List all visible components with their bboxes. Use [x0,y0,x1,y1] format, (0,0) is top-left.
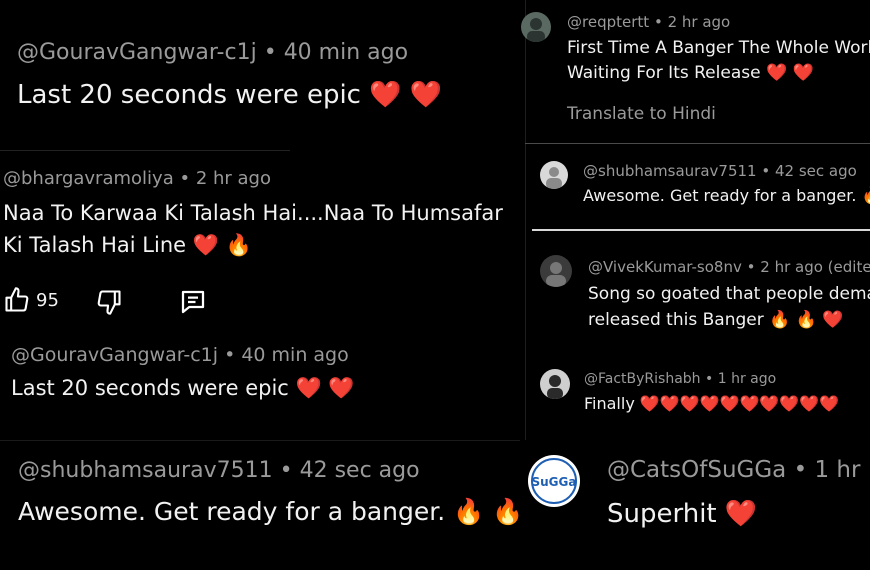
comment-text: Waiting For Its Release [567,63,761,83]
comment-author[interactable]: @GouravGangwar-c1j [17,40,257,65]
translate-link[interactable]: Translate to Hindi [567,104,716,124]
like-button[interactable] [3,286,31,314]
heart-emoji: ❤️❤️❤️❤️❤️❤️❤️❤️❤️❤️ [639,394,840,413]
comment-time: 42 sec ago [775,162,857,180]
heart-emoji: ❤️ ❤️ [295,376,355,400]
comment-time: 42 sec ago [299,458,420,483]
like-count: 95 [36,290,59,311]
comment-author[interactable]: @reqptertt [567,13,649,31]
comment-text: Ki Talash Hai Line [3,233,187,257]
comment-time: 2 hr ago [195,168,271,189]
fire-emoji: 🔥 [862,186,870,205]
comment-time: 40 min ago [283,40,409,65]
thumbs-down-icon [97,290,121,315]
fire-emoji: 🔥 🔥 ❤️ [769,310,844,330]
heart-emoji: ❤️ ❤️ [369,80,443,110]
avatar[interactable] [540,369,570,399]
comment-author[interactable]: @FactByRishabh [584,371,701,387]
avatar[interactable] [521,12,551,42]
comment-author[interactable]: @GouravGangwar-c1j [11,344,218,366]
fire-emoji: 🔥 🔥 [453,497,524,526]
comment-text: Song so goated that people dema [588,284,870,304]
comment-text: Awesome. Get ready for a banger. [18,497,446,526]
sugga-logo: SuGGa [531,458,577,504]
comment-text: Naa To Karwaa Ki Talash Hai....Naa To Hu… [3,201,503,225]
avatar[interactable] [540,161,568,189]
comment-author[interactable]: @shubhamsaurav7511 [18,458,273,483]
comment-text: released this Banger [588,310,764,330]
comment-author[interactable]: @VivekKumar-so8nv [588,258,742,276]
reply-icon [181,290,205,314]
heart-emoji: ❤️ ❤️ [765,63,814,83]
comment-time: 1 hr ago [717,371,777,387]
comment-text: Last 20 seconds were epic [11,376,289,400]
comment-time: 1 hr [814,457,861,483]
comment-text: First Time A Banger The Whole World [567,38,870,58]
comment-time: 2 hr ago (edited) [760,258,870,276]
dislike-button[interactable] [95,288,123,316]
svg-text:SuGGa: SuGGa [532,475,577,489]
avatar[interactable] [540,255,572,287]
heart-emoji: ❤️ 🔥 [192,233,252,257]
avatar[interactable]: SuGGa [528,455,580,507]
comment-text: Last 20 seconds were epic [17,80,361,110]
thumbs-up-icon [5,287,29,312]
comment-text: Finally [584,394,635,413]
comment-text: Awesome. Get ready for a banger. [583,186,857,205]
reply-button[interactable] [178,287,208,317]
comment-time: 2 hr ago [667,13,731,31]
heart-emoji: ❤️ [724,499,758,529]
comment-time: 40 min ago [241,344,349,366]
comment-author[interactable]: @shubhamsaurav7511 [583,162,757,180]
comment-author[interactable]: @bhargavramoliya [3,168,174,189]
comment-author[interactable]: @CatsOfSuGGa [607,457,786,483]
comment-text: Superhit [607,499,717,529]
